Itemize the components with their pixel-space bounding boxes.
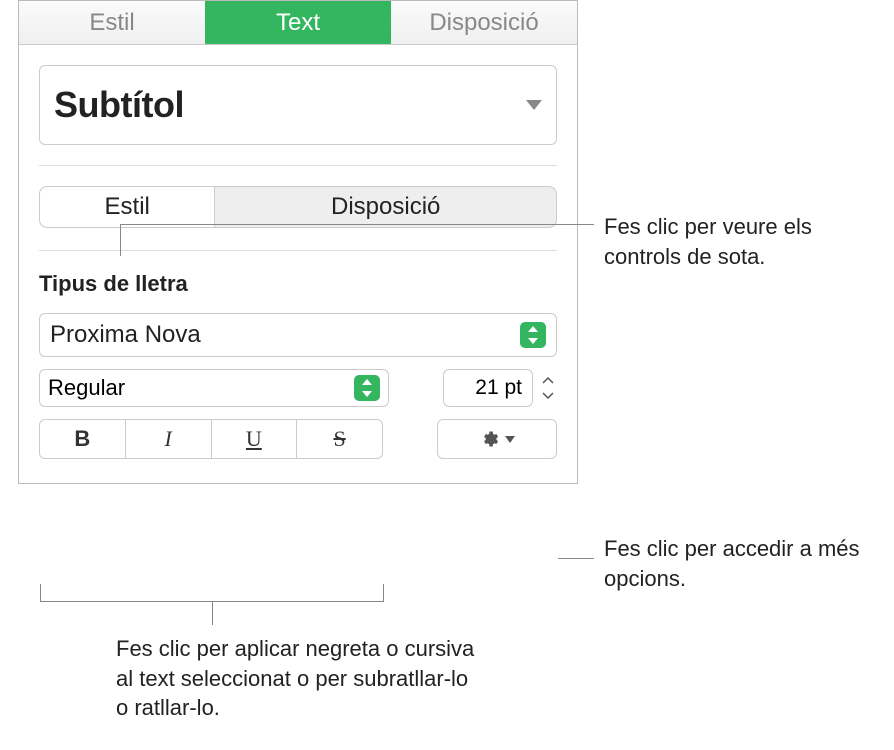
format-inspector-panel: Estil Text Disposició Subtítol Estil Dis… (18, 0, 578, 484)
font-family-dropdown[interactable]: Proxima Nova (39, 313, 557, 357)
gear-icon (479, 429, 499, 449)
top-tab-bar: Estil Text Disposició (19, 1, 577, 45)
chevron-down-icon (505, 436, 515, 443)
callout-leader (558, 558, 594, 559)
paragraph-style-dropdown[interactable]: Subtítol (39, 65, 557, 145)
underline-button[interactable]: U (212, 420, 298, 458)
text-style-button-group: B I U S (39, 419, 383, 459)
chevron-down-icon (526, 100, 542, 110)
divider (39, 165, 557, 166)
dropdown-arrows-icon (520, 322, 546, 348)
dropdown-arrows-icon (354, 375, 380, 401)
font-size-value: 21 pt (475, 376, 522, 400)
panel-content: Subtítol Estil Disposició Tipus de lletr… (19, 45, 577, 483)
tab-style[interactable]: Estil (19, 1, 205, 44)
stepper-up[interactable] (539, 372, 557, 388)
font-section-label: Tipus de lletra (39, 271, 557, 297)
font-weight-dropdown[interactable]: Regular (39, 369, 389, 407)
italic-button[interactable]: I (126, 420, 212, 458)
divider (39, 250, 557, 251)
callout-advanced: Fes clic per accedir a més opcions. (604, 534, 874, 593)
callout-styles: Fes clic per aplicar negreta o cursiva a… (116, 634, 476, 723)
font-size-stepper (539, 372, 557, 404)
subtab-layout[interactable]: Disposició (215, 187, 556, 227)
tab-layout[interactable]: Disposició (391, 1, 577, 44)
font-family-value: Proxima Nova (50, 321, 201, 349)
callout-leader (120, 224, 594, 225)
advanced-options-button[interactable] (437, 419, 557, 459)
font-size-field[interactable]: 21 pt (443, 369, 533, 407)
bold-button[interactable]: B (40, 420, 126, 458)
callout-leader (120, 224, 121, 256)
callout-bracket (40, 584, 384, 602)
subtab-style[interactable]: Estil (40, 187, 215, 227)
tab-text[interactable]: Text (205, 1, 391, 44)
font-size-group: 21 pt (443, 369, 557, 407)
callout-subtab: Fes clic per veure els controls de sota. (604, 212, 864, 271)
stepper-down[interactable] (539, 388, 557, 404)
paragraph-style-label: Subtítol (54, 84, 184, 126)
strikethrough-button[interactable]: S (297, 420, 382, 458)
subtab-segmented-control: Estil Disposició (39, 186, 557, 228)
font-weight-value: Regular (48, 375, 125, 401)
